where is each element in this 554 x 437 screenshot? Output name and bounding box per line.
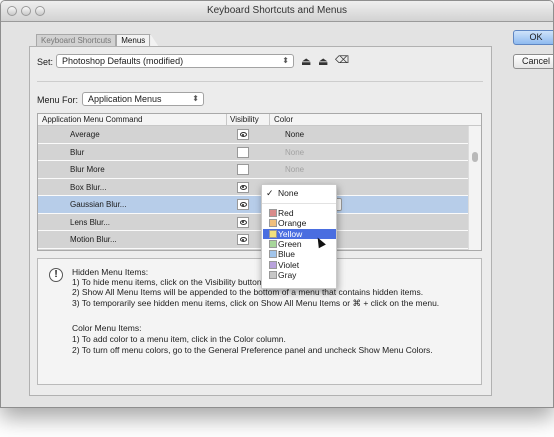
chevron-updown-icon: ⬍ (282, 56, 289, 65)
color-value[interactable]: None (285, 165, 304, 174)
color-value[interactable]: None (285, 148, 304, 157)
table-row[interactable]: Box Blur... None (38, 178, 468, 196)
column-divider (269, 114, 270, 126)
delete-set-icon[interactable]: ⌫ (335, 55, 349, 66)
color-option-label: Orange (278, 218, 307, 228)
visibility-toggle[interactable] (237, 129, 249, 140)
table-row[interactable]: Radial Blur... (38, 248, 468, 250)
chevron-updown-icon: ⬍ (192, 94, 199, 103)
window-title: Keyboard Shortcuts and Menus (206, 5, 348, 16)
command-name: Average (70, 130, 100, 139)
alert-icon: ! (49, 268, 63, 282)
eye-icon (239, 184, 247, 190)
visibility-toggle[interactable] (237, 199, 249, 210)
table-row[interactable]: Motion Blur... (38, 231, 468, 249)
command-name: Blur More (70, 165, 105, 174)
tab-bar: Keyboard Shortcuts Menus (36, 34, 159, 46)
divider (37, 81, 483, 82)
tab-menus[interactable]: Menus (116, 34, 151, 46)
table-row[interactable]: Lens Blur... (38, 213, 468, 231)
color-swatch (269, 219, 277, 227)
color-option-none[interactable]: ✓ None (263, 188, 336, 198)
visibility-toggle[interactable] (237, 181, 249, 193)
eye-icon (239, 237, 247, 242)
color-swatch (269, 209, 277, 217)
command-name: Lens Blur... (70, 217, 111, 227)
menu-for-label: Menu For: (37, 95, 79, 105)
color-option-label: Green (278, 239, 302, 249)
color-swatch (269, 250, 277, 258)
table-body: Average None Blur None Blur More None Box Blur… (38, 126, 468, 250)
table-header: Application Menu Command Visibility Colo… (38, 114, 481, 126)
color-swatch (269, 271, 277, 279)
color-swatch (269, 240, 277, 248)
info-line: 2) To turn off menu colors, go to the Ge… (72, 345, 433, 355)
table-row[interactable]: Gaussian Blur... (38, 196, 468, 214)
column-header-color[interactable]: Color (274, 115, 293, 124)
info-line: 1) To add color to a menu item, click in… (72, 334, 286, 344)
column-header-command[interactable]: Application Menu Command (42, 115, 143, 124)
set-label: Set: (37, 57, 54, 67)
color-option-yellow[interactable]: Yellow (263, 229, 336, 239)
column-divider (226, 114, 227, 126)
eye-icon (239, 132, 247, 137)
eye-icon (239, 219, 247, 225)
save-as-set-icon[interactable]: ⏏ (318, 55, 328, 68)
info-panel: ! Hidden Menu Items: 1) To hide menu item… (37, 258, 482, 385)
save-set-icon[interactable]: ⏏ (301, 55, 311, 68)
color-option-label: Gray (278, 270, 297, 280)
color-option-gray[interactable]: Gray (263, 270, 336, 280)
menu-separator (262, 203, 336, 204)
color-option-label: None (278, 188, 299, 198)
menu-command-table: Application Menu Command Visibility Colo… (37, 113, 482, 251)
color-value[interactable]: None (285, 130, 304, 139)
menu-for-value: Application Menus (88, 94, 162, 104)
visibility-toggle[interactable] (237, 146, 249, 158)
color-option-orange[interactable]: Orange (263, 218, 336, 228)
visibility-toggle[interactable] (237, 164, 249, 175)
command-name: Box Blur... (70, 182, 107, 192)
table-row[interactable]: Average None (38, 126, 468, 144)
info-line: Color Menu Items: (72, 323, 142, 333)
color-option-blue[interactable]: Blue (263, 249, 336, 259)
ok-button[interactable]: OK (513, 30, 553, 45)
title-bar: Keyboard Shortcuts and Menus (1, 1, 553, 22)
color-option-red[interactable]: Red (263, 208, 336, 218)
command-name: Gaussian Blur... (70, 200, 127, 209)
scrollbar-thumb[interactable] (472, 152, 478, 162)
color-option-label: Blue (278, 249, 296, 259)
command-name: Motion Blur... (70, 235, 117, 244)
color-option-label: Yellow (278, 229, 303, 239)
color-option-label: Violet (278, 260, 300, 270)
checkmark-icon: ✓ (266, 188, 274, 198)
visibility-toggle[interactable] (237, 234, 249, 245)
tab-keyboard-shortcuts[interactable]: Keyboard Shortcuts (36, 34, 117, 46)
color-swatch (269, 261, 277, 269)
visibility-toggle[interactable] (237, 216, 249, 228)
tab-edge (150, 34, 159, 46)
eye-icon (239, 202, 247, 207)
set-value: Photoshop Defaults (modified) (62, 56, 184, 66)
info-line: Hidden Menu Items: (72, 267, 149, 277)
table-row[interactable]: Blur More None (38, 161, 468, 179)
info-line: 3) To temporarily see hidden menu items,… (72, 298, 440, 308)
color-swatch (269, 230, 277, 238)
info-line: 1) To hide menu items, click on the Visi… (72, 277, 264, 287)
cancel-button[interactable]: Cancel (513, 54, 553, 69)
color-option-violet[interactable]: Violet (263, 260, 336, 270)
table-row[interactable]: Blur None (38, 143, 468, 161)
info-line: 2) Show All Menu Items will be appended … (72, 287, 424, 297)
column-header-visibility[interactable]: Visibility (230, 115, 259, 124)
table-scrollbar[interactable] (468, 126, 481, 250)
color-dropdown-menu: ✓ None Red Orange Yellow Green Blue Violet Gray (261, 184, 337, 289)
dialog-window: Keyboard Shortcuts and Menus Keyboard Sh… (0, 0, 554, 408)
set-dropdown[interactable]: Photoshop Defaults (modified) ⬍ (56, 54, 294, 68)
command-name: Blur (70, 147, 85, 157)
menu-for-dropdown[interactable]: Application Menus ⬍ (82, 92, 204, 106)
color-option-label: Red (278, 208, 294, 218)
